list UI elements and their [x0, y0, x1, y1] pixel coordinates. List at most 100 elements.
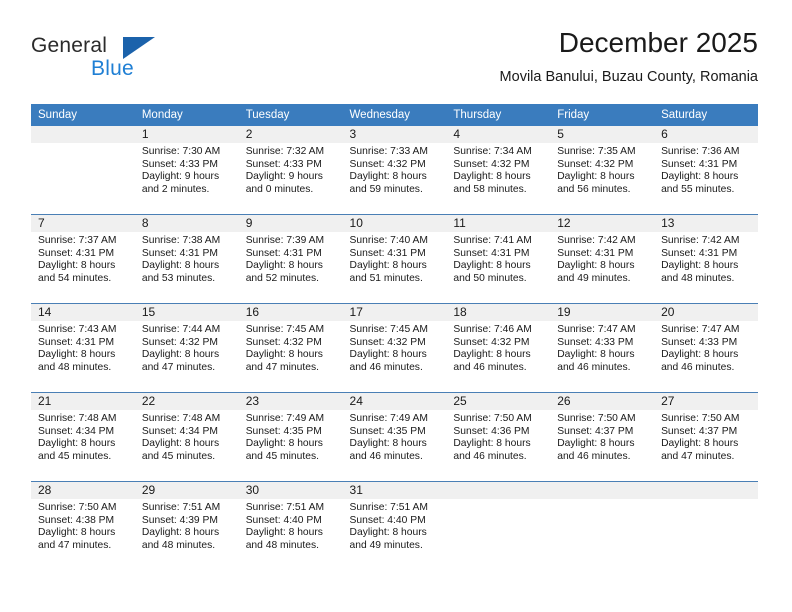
calendar-day-cell[interactable]: 16 Sunrise: 7:45 AM Sunset: 4:32 PM Dayligh… [238, 303, 343, 393]
day-info-line: Sunset: 4:32 PM [349, 336, 426, 348]
day-cell-inner: 12 Sunrise: 7:42 AM Sunset: 4:31 PM Dayligh… [550, 215, 655, 303]
calendar-day-cell[interactable]: 10 Sunrise: 7:40 AM Sunset: 4:31 PM Dayligh… [342, 214, 447, 304]
calendar-day-cell[interactable]: 15 Sunrise: 7:44 AM Sunset: 4:32 PM Dayligh… [134, 303, 239, 393]
calendar-day-cell[interactable]: 4 Sunrise: 7:34 AM Sunset: 4:32 PM Daylight… [446, 126, 551, 215]
day-sun-info: Sunrise: 7:50 AM Sunset: 4:37 PM Daylight:… [654, 410, 758, 463]
calendar-empty-cell [446, 481, 551, 570]
calendar-day-cell[interactable]: 3 Sunrise: 7:33 AM Sunset: 4:32 PM Daylight… [342, 126, 447, 215]
day-info-line: and 59 minutes. [349, 183, 423, 195]
calendar-day-cell[interactable]: 14 Sunrise: 7:43 AM Sunset: 4:31 PM Dayligh… [31, 303, 135, 393]
general-blue-logo[interactable]: General Blue [31, 34, 161, 90]
day-cell-inner: 28 Sunrise: 7:50 AM Sunset: 4:38 PM Dayligh… [31, 482, 135, 570]
day-info-line: Sunrise: 7:51 AM [349, 502, 428, 513]
calendar-day-cell[interactable]: 21 Sunrise: 7:48 AM Sunset: 4:34 PM Dayligh… [31, 392, 135, 482]
calendar-day-cell[interactable]: 8 Sunrise: 7:38 AM Sunset: 4:31 PM Daylight… [134, 214, 239, 304]
day-info-line: Sunrise: 7:32 AM [245, 146, 325, 157]
calendar-day-cell[interactable]: 13 Sunrise: 7:42 AM Sunset: 4:31 PM Dayligh… [654, 214, 758, 304]
day-info-line: Daylight: 8 hours [141, 438, 220, 450]
day-number: 16 [238, 304, 343, 321]
day-sun-info: Sunrise: 7:38 AM Sunset: 4:31 PM Daylight:… [135, 232, 239, 285]
day-sun-info: Sunrise: 7:48 AM Sunset: 4:34 PM Daylight:… [135, 410, 239, 463]
day-info-line: Sunset: 4:32 PM [245, 336, 322, 348]
logo-text-general: General [31, 34, 108, 57]
day-number: 29 [134, 482, 239, 499]
calendar-day-cell[interactable]: 30 Sunrise: 7:51 AM Sunset: 4:40 PM Dayligh… [238, 481, 343, 570]
calendar-day-cell[interactable]: 22 Sunrise: 7:48 AM Sunset: 4:34 PM Dayligh… [134, 392, 239, 482]
day-info-line: Daylight: 8 hours [557, 171, 635, 183]
day-sun-info: Sunrise: 7:46 AM Sunset: 4:32 PM Daylight:… [446, 321, 550, 374]
day-number: 10 [342, 215, 447, 232]
day-number: 17 [342, 304, 447, 321]
day-info-line: and 45 minutes. [38, 450, 112, 462]
day-info-line: Sunset: 4:31 PM [661, 247, 738, 259]
day-info-line: Sunset: 4:33 PM [557, 336, 634, 348]
calendar-empty-cell [31, 126, 135, 215]
day-cell-inner: 15 Sunrise: 7:44 AM Sunset: 4:32 PM Dayligh… [134, 304, 239, 392]
calendar-day-cell[interactable]: 18 Sunrise: 7:46 AM Sunset: 4:32 PM Dayligh… [446, 303, 551, 393]
page-subtitle: Movila Banului, Buzau County, Romania [499, 69, 758, 85]
day-info-line: and 51 minutes. [349, 272, 423, 284]
day-info-line: Sunset: 4:34 PM [38, 425, 115, 437]
day-info-line: Daylight: 8 hours [38, 438, 116, 450]
day-info-line: and 46 minutes. [349, 450, 423, 462]
day-info-line: and 2 minutes. [141, 183, 210, 195]
day-info-line: Sunrise: 7:45 AM [245, 324, 325, 335]
day-info-line: and 46 minutes. [453, 361, 527, 373]
day-cell-inner: 10 Sunrise: 7:40 AM Sunset: 4:31 PM Dayligh… [342, 215, 447, 303]
calendar-day-cell[interactable]: 31 Sunrise: 7:51 AM Sunset: 4:40 PM Dayligh… [342, 481, 447, 570]
calendar-day-cell[interactable]: 5 Sunrise: 7:35 AM Sunset: 4:32 PM Daylight… [550, 126, 655, 215]
day-info-line: Sunrise: 7:49 AM [349, 413, 428, 424]
calendar-day-cell[interactable]: 20 Sunrise: 7:47 AM Sunset: 4:33 PM Dayligh… [654, 303, 758, 393]
day-cell-inner: 6 Sunrise: 7:36 AM Sunset: 4:31 PM Daylight… [654, 126, 758, 214]
day-number: 7 [31, 215, 135, 232]
calendar-day-cell[interactable]: 19 Sunrise: 7:47 AM Sunset: 4:33 PM Dayligh… [550, 303, 655, 393]
logo-triangle-icon [123, 37, 155, 59]
day-info-line: Sunset: 4:31 PM [557, 247, 634, 259]
day-info-line: Sunset: 4:37 PM [661, 425, 738, 437]
calendar-day-cell[interactable]: 23 Sunrise: 7:49 AM Sunset: 4:35 PM Dayligh… [238, 392, 343, 482]
day-info-line: Sunrise: 7:50 AM [38, 502, 117, 513]
calendar-day-cell[interactable]: 2 Sunrise: 7:32 AM Sunset: 4:33 PM Daylight… [238, 126, 343, 215]
calendar-day-cell[interactable]: 29 Sunrise: 7:51 AM Sunset: 4:39 PM Dayligh… [134, 481, 239, 570]
calendar-day-cell[interactable]: 7 Sunrise: 7:37 AM Sunset: 4:31 PM Daylight… [31, 214, 135, 304]
day-number [654, 482, 758, 499]
day-cell-inner: 9 Sunrise: 7:39 AM Sunset: 4:31 PM Daylight… [238, 215, 343, 303]
day-info-line: and 47 minutes. [141, 361, 216, 373]
day-info-line: Daylight: 8 hours [141, 527, 220, 539]
day-info-line: Sunset: 4:35 PM [245, 425, 322, 437]
calendar-day-cell[interactable]: 26 Sunrise: 7:50 AM Sunset: 4:37 PM Dayligh… [550, 392, 655, 482]
day-info-line: Sunset: 4:33 PM [661, 336, 738, 348]
day-info-line: Daylight: 8 hours [245, 260, 323, 272]
calendar-day-cell[interactable]: 1 Sunrise: 7:30 AM Sunset: 4:33 PM Daylight… [134, 126, 239, 215]
day-number: 1 [134, 126, 239, 143]
calendar-day-cell[interactable]: 17 Sunrise: 7:45 AM Sunset: 4:32 PM Dayligh… [342, 303, 447, 393]
day-number: 27 [654, 393, 758, 410]
weekday-header-saturday: Saturday [654, 104, 758, 126]
calendar-day-cell[interactable]: 28 Sunrise: 7:50 AM Sunset: 4:38 PM Dayligh… [31, 481, 135, 570]
calendar-day-cell[interactable]: 27 Sunrise: 7:50 AM Sunset: 4:37 PM Dayligh… [654, 392, 758, 482]
day-sun-info: Sunrise: 7:40 AM Sunset: 4:31 PM Daylight:… [343, 232, 447, 285]
day-info-line: Daylight: 8 hours [661, 349, 739, 361]
calendar-day-cell[interactable]: 12 Sunrise: 7:42 AM Sunset: 4:31 PM Dayligh… [550, 214, 655, 304]
day-sun-info: Sunrise: 7:48 AM Sunset: 4:34 PM Daylight:… [31, 410, 135, 463]
calendar-day-cell[interactable]: 25 Sunrise: 7:50 AM Sunset: 4:36 PM Dayligh… [446, 392, 551, 482]
calendar-day-cell[interactable]: 9 Sunrise: 7:39 AM Sunset: 4:31 PM Daylight… [238, 214, 343, 304]
calendar-day-cell[interactable]: 11 Sunrise: 7:41 AM Sunset: 4:31 PM Dayligh… [446, 214, 551, 304]
day-number: 11 [446, 215, 551, 232]
day-info-line: Daylight: 8 hours [245, 349, 323, 361]
calendar-day-cell[interactable]: 6 Sunrise: 7:36 AM Sunset: 4:31 PM Daylight… [654, 126, 758, 215]
day-info-line: Sunset: 4:32 PM [349, 158, 426, 170]
day-info-line: Sunrise: 7:50 AM [453, 413, 532, 424]
day-info-line: Sunrise: 7:40 AM [349, 235, 428, 246]
day-number: 21 [31, 393, 135, 410]
day-info-line: and 48 minutes. [141, 539, 216, 551]
calendar-day-cell[interactable]: 24 Sunrise: 7:49 AM Sunset: 4:35 PM Dayligh… [342, 392, 447, 482]
day-info-line: and 48 minutes. [38, 361, 112, 373]
day-sun-info: Sunrise: 7:50 AM Sunset: 4:37 PM Daylight:… [550, 410, 654, 463]
day-sun-info: Sunrise: 7:32 AM Sunset: 4:33 PM Daylight:… [239, 143, 343, 196]
day-info-line: Daylight: 8 hours [557, 438, 635, 450]
day-cell-inner [31, 126, 135, 214]
day-info-line: and 47 minutes. [245, 361, 319, 373]
day-sun-info: Sunrise: 7:42 AM Sunset: 4:31 PM Daylight:… [550, 232, 654, 285]
day-cell-inner: 30 Sunrise: 7:51 AM Sunset: 4:40 PM Dayligh… [238, 482, 343, 570]
